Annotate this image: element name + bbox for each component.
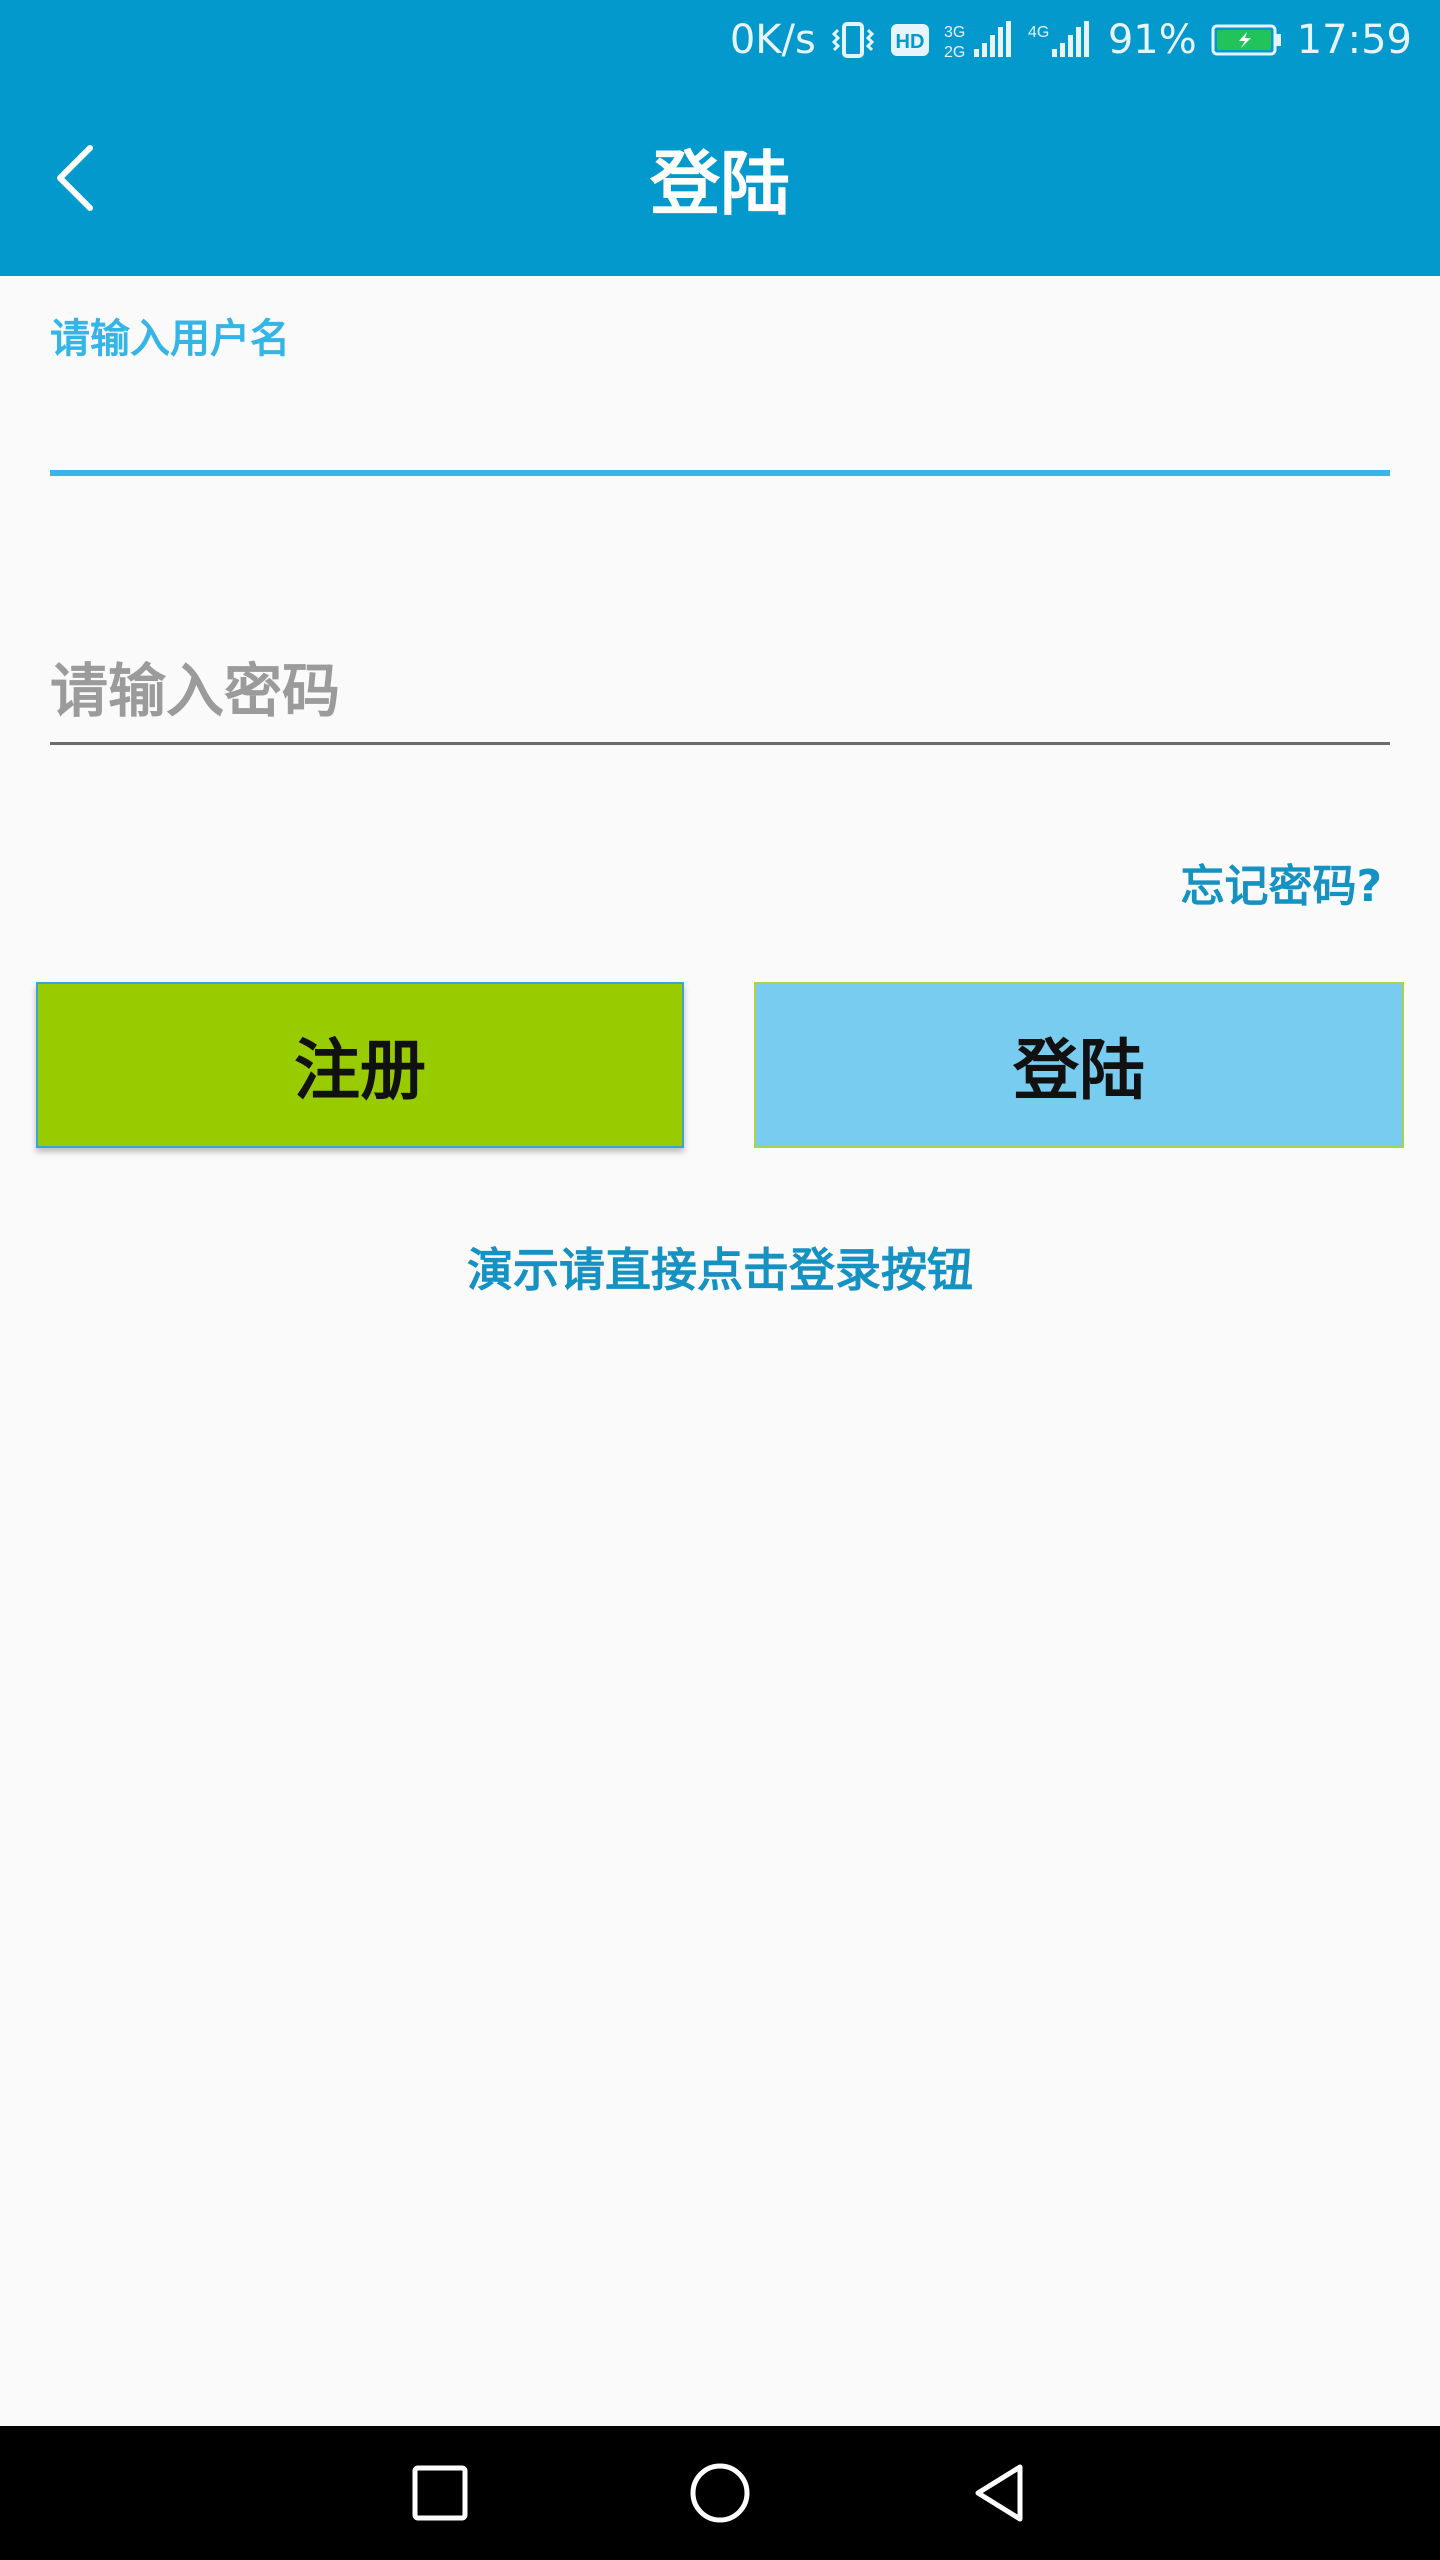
register-button[interactable]: 注册 — [36, 982, 684, 1148]
username-input[interactable] — [50, 370, 1390, 476]
svg-text:4G: 4G — [1028, 24, 1049, 41]
clock: 17:59 — [1296, 17, 1412, 63]
svg-text:2G: 2G — [944, 44, 965, 61]
recents-button[interactable] — [400, 2453, 480, 2533]
battery-percent: 91% — [1107, 17, 1197, 63]
demo-hint-text: 演示请直接点击登录按钮 — [467, 1243, 973, 1297]
battery-charging-icon — [1211, 20, 1283, 60]
chevron-left-icon — [57, 145, 93, 211]
status-icons: 0K/s HD 3G 2G 4G 91% 17:59 — [730, 0, 1412, 80]
page-title: 登陆 — [650, 142, 790, 225]
forgot-password-link[interactable]: 忘记密码? — [1180, 850, 1382, 914]
svg-text:3G: 3G — [944, 24, 965, 41]
svg-text:HD: HD — [895, 31, 924, 53]
net-speed: 0K/s — [729, 17, 816, 63]
hd-icon: HD — [890, 20, 930, 60]
vibrate-icon — [830, 20, 876, 60]
login-button[interactable]: 登陆 — [754, 982, 1404, 1148]
app-bar: 登陆 — [0, 80, 1440, 276]
home-circle-icon — [690, 2463, 750, 2523]
back-triangle-icon — [975, 2464, 1023, 2522]
navigation-bar — [0, 2426, 1440, 2560]
status-bar: 0K/s HD 3G 2G 4G 91% 17:59 — [0, 0, 1440, 80]
home-button[interactable] — [680, 2453, 760, 2533]
recents-square-icon — [412, 2465, 468, 2521]
back-button[interactable] — [30, 128, 120, 228]
username-label: 请输入用户名 — [50, 316, 290, 362]
password-input[interactable] — [50, 640, 1390, 745]
signal-icon: 4G — [1028, 19, 1094, 61]
back-nav-button[interactable] — [960, 2453, 1040, 2533]
signal-icon: 3G 2G — [944, 19, 1014, 61]
